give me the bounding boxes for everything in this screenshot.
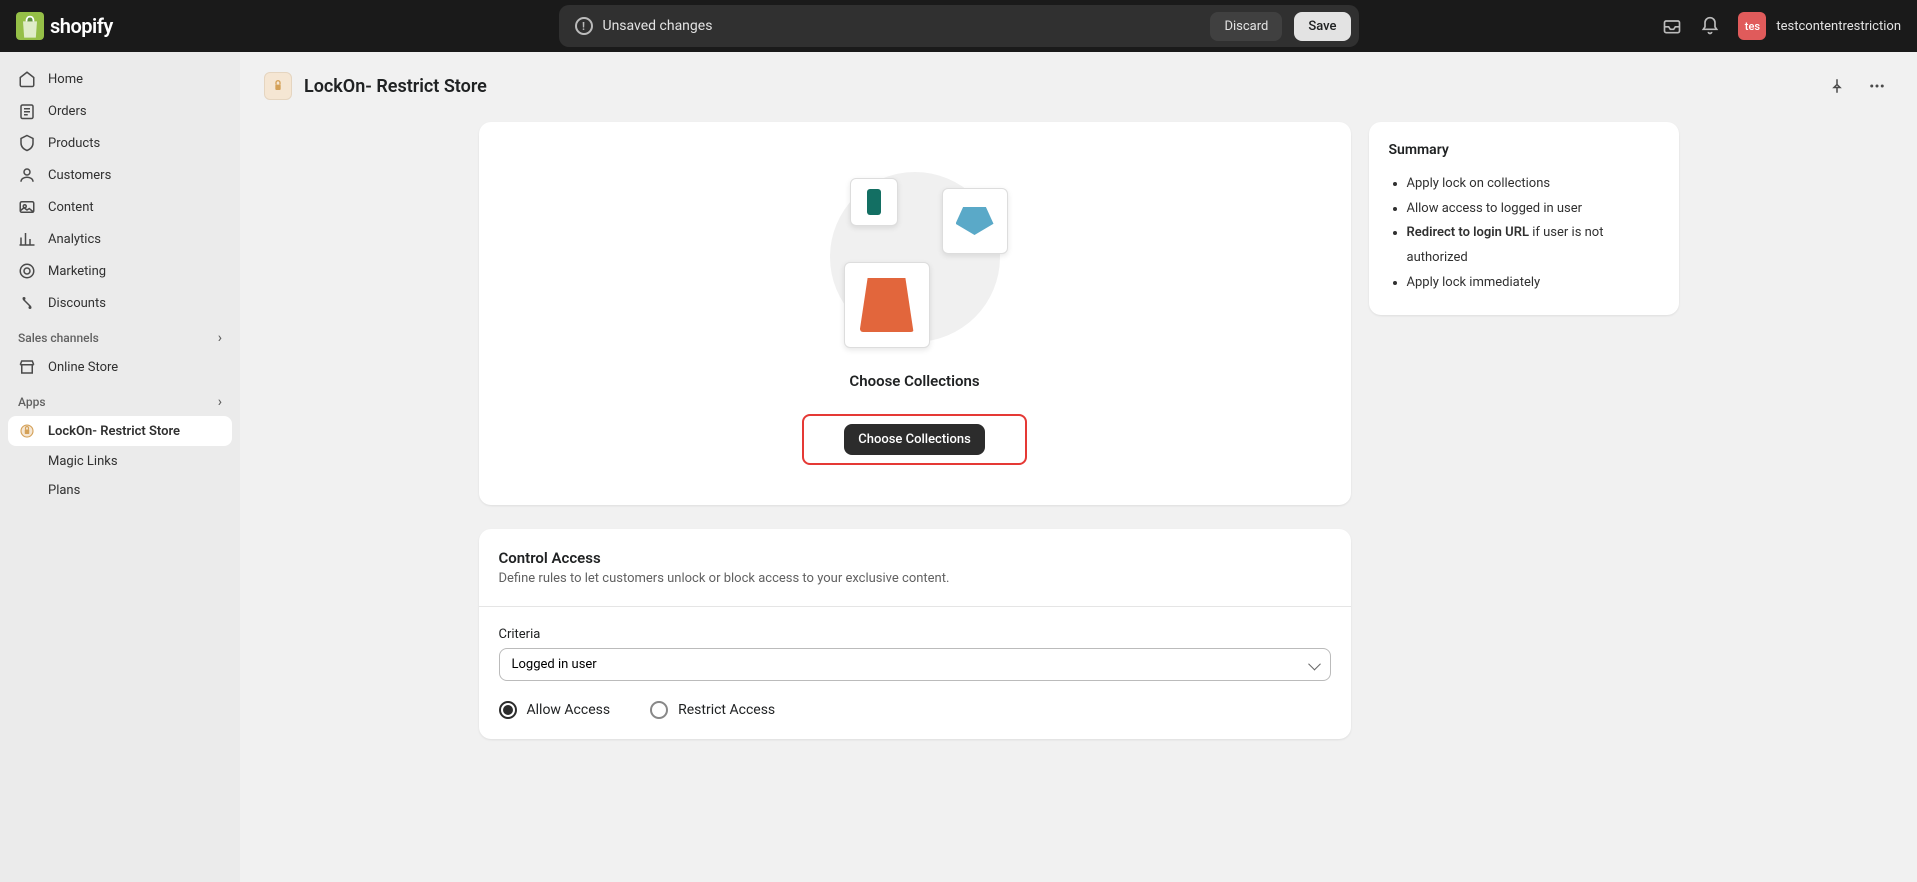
avatar: tes	[1738, 12, 1766, 40]
sidebar-item-content[interactable]: Content	[8, 192, 232, 222]
sidebar-item-label: Online Store	[48, 360, 118, 375]
sidebar-item-label: Customers	[48, 168, 111, 183]
radio-icon	[650, 701, 668, 719]
radio-label: Restrict Access	[678, 702, 775, 718]
top-bar: shopify ! Unsaved changes Discard Save t…	[0, 0, 1917, 52]
control-access-desc: Define rules to let customers unlock or …	[499, 571, 1331, 586]
criteria-select[interactable]: Logged in user	[499, 648, 1331, 681]
summary-item: Redirect to login URL if user is not aut…	[1407, 221, 1659, 270]
highlighted-action: Choose Collections	[802, 414, 1027, 465]
sidebar-item-label: Marketing	[48, 264, 106, 279]
sidebar-item-orders[interactable]: Orders	[8, 96, 232, 126]
inbox-icon[interactable]	[1662, 16, 1682, 36]
more-button[interactable]	[1861, 70, 1893, 102]
sidebar-item-lockon[interactable]: LockOn- Restrict Store	[8, 416, 232, 446]
radio-allow-access[interactable]: Allow Access	[499, 701, 611, 719]
chevron-right-icon: ›	[218, 330, 222, 346]
main-content: LockOn- Restrict Store	[240, 52, 1917, 882]
criteria-label: Criteria	[499, 627, 1331, 642]
sidebar-sub-plans[interactable]: Plans	[8, 477, 232, 504]
sidebar-item-label: Products	[48, 136, 100, 151]
sidebar-item-label: Discounts	[48, 296, 106, 311]
discounts-icon	[18, 294, 36, 312]
products-icon	[18, 134, 36, 152]
save-button[interactable]: Save	[1294, 12, 1350, 41]
summary-title: Summary	[1389, 142, 1659, 158]
home-icon	[18, 70, 36, 88]
summary-item: Apply lock on collections	[1407, 172, 1659, 197]
page-title: LockOn- Restrict Store	[304, 76, 1809, 97]
sidebar-section-sales-channels[interactable]: Sales channels ›	[8, 320, 232, 350]
chevron-right-icon: ›	[218, 394, 222, 410]
app-icon	[264, 72, 292, 100]
user-menu[interactable]: tes testcontentrestriction	[1738, 12, 1901, 40]
sidebar-item-label: Orders	[48, 104, 87, 119]
choose-collections-button[interactable]: Choose Collections	[844, 424, 985, 455]
summary-item: Apply lock immediately	[1407, 271, 1659, 296]
logo-text: shopify	[50, 14, 113, 38]
choose-collections-card: Choose Collections Choose Collections	[479, 122, 1351, 505]
section-label: Sales channels	[18, 331, 99, 345]
sidebar-item-home[interactable]: Home	[8, 64, 232, 94]
marketing-icon	[18, 262, 36, 280]
choose-collections-heading: Choose Collections	[849, 372, 979, 390]
shopify-logo[interactable]: shopify	[16, 12, 113, 40]
collections-illustration	[830, 172, 1000, 342]
sidebar: Home Orders Products Customers Content A…	[0, 52, 240, 882]
unsaved-changes-bar: ! Unsaved changes Discard Save	[559, 5, 1359, 47]
control-access-title: Control Access	[499, 549, 1331, 567]
sidebar-item-label: Home	[48, 72, 83, 87]
discard-button[interactable]: Discard	[1210, 12, 1282, 41]
sidebar-item-marketing[interactable]: Marketing	[8, 256, 232, 286]
summary-card: Summary Apply lock on collections Allow …	[1369, 122, 1679, 315]
section-label: Apps	[18, 395, 46, 409]
sidebar-item-online-store[interactable]: Online Store	[8, 352, 232, 382]
bell-icon[interactable]	[1700, 16, 1720, 36]
sidebar-item-label: Analytics	[48, 232, 101, 247]
customers-icon	[18, 166, 36, 184]
shopify-bag-icon	[16, 12, 44, 40]
content-icon	[18, 198, 36, 216]
page-header: LockOn- Restrict Store	[264, 70, 1893, 102]
analytics-icon	[18, 230, 36, 248]
radio-icon	[499, 701, 517, 719]
store-icon	[18, 358, 36, 376]
radio-label: Allow Access	[527, 702, 611, 718]
sidebar-sub-magic-links[interactable]: Magic Links	[8, 448, 232, 475]
control-access-card: Control Access Define rules to let custo…	[479, 529, 1351, 739]
pin-button[interactable]	[1821, 70, 1853, 102]
warning-icon: !	[575, 17, 593, 35]
radio-restrict-access[interactable]: Restrict Access	[650, 701, 775, 719]
username: testcontentrestriction	[1776, 19, 1901, 34]
summary-item: Allow access to logged in user	[1407, 197, 1659, 222]
unsaved-label: Unsaved changes	[603, 18, 713, 34]
lock-app-icon	[18, 422, 36, 440]
sidebar-item-products[interactable]: Products	[8, 128, 232, 158]
sidebar-section-apps[interactable]: Apps ›	[8, 384, 232, 414]
sidebar-item-label: LockOn- Restrict Store	[48, 424, 180, 439]
sidebar-item-customers[interactable]: Customers	[8, 160, 232, 190]
orders-icon	[18, 102, 36, 120]
sidebar-item-discounts[interactable]: Discounts	[8, 288, 232, 318]
sidebar-item-analytics[interactable]: Analytics	[8, 224, 232, 254]
summary-list: Apply lock on collections Allow access t…	[1389, 172, 1659, 295]
sidebar-item-label: Content	[48, 200, 94, 215]
